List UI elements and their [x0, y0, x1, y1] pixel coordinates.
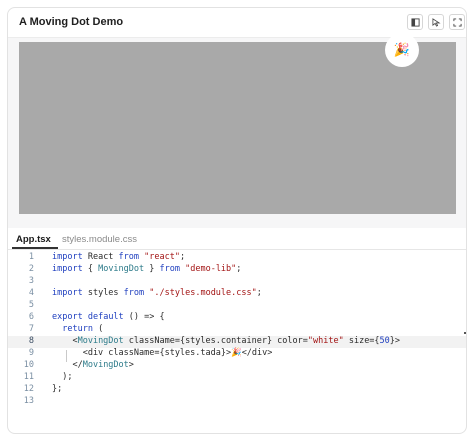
code-text: ); — [52, 372, 73, 382]
preview-canvas: 🎉 — [19, 33, 456, 214]
line-number: 4 — [28, 288, 34, 298]
code-line: 5 — [8, 300, 466, 312]
panel-icon — [410, 17, 420, 27]
scrollbar-marker[interactable] — [464, 332, 466, 334]
code-text: return ( — [62, 324, 104, 334]
line-number: 13 — [23, 396, 34, 406]
select-element-button[interactable] — [428, 14, 444, 30]
line-number: 7 — [28, 324, 34, 334]
code-line: 1 import React from "react"; — [8, 252, 466, 264]
editor-tabs: App.tsx styles.module.css — [8, 228, 466, 250]
code-line: 13 — [8, 396, 466, 408]
active-tab-indicator — [12, 247, 58, 249]
toggle-panel-button[interactable] — [407, 14, 423, 30]
indent-guide — [66, 350, 67, 362]
moving-dot[interactable]: 🎉 — [385, 33, 419, 67]
code-line: 4 import styles from "./styles.module.cs… — [8, 288, 466, 300]
code-text: <MovingDot className={styles.container} … — [52, 336, 401, 346]
code-line: 10 </MovingDot> — [8, 360, 466, 372]
demo-card: A Moving Dot Demo 🎉 App.tsx styles.modul… — [7, 7, 467, 434]
fullscreen-button[interactable] — [449, 14, 465, 30]
code-line: 6 export default () => { — [8, 312, 466, 324]
line-number: 2 — [28, 264, 34, 274]
code-text: import React from "react"; — [52, 252, 186, 262]
code-line-active: 8 <MovingDot className={styles.container… — [8, 336, 466, 348]
line-number: 8 — [28, 336, 34, 346]
code-text: import styles from "./styles.module.css"… — [52, 288, 262, 298]
line-number: 1 — [28, 252, 34, 262]
code-editor[interactable]: 1 import React from "react"; 2 import { … — [8, 252, 466, 422]
line-number: 10 — [23, 360, 34, 370]
expand-icon — [452, 17, 462, 27]
code-text: }; — [52, 384, 63, 394]
line-number: 3 — [28, 276, 34, 286]
cursor-icon — [431, 17, 441, 27]
code-text: </MovingDot> — [52, 360, 134, 370]
tab-styles-module-css[interactable]: styles.module.css — [62, 234, 137, 245]
code-line: 9 <div className={styles.tada}>🎉</div> — [8, 348, 466, 360]
line-number: 11 — [23, 372, 34, 382]
code-text: <div className={styles.tada}>🎉</div> — [52, 348, 273, 358]
code-line: 2 import { MovingDot } from "demo-lib"; — [8, 264, 466, 276]
code-line: 3 — [8, 276, 466, 288]
code-line: 7 return ( — [8, 324, 466, 336]
line-number: 12 — [23, 384, 34, 394]
preview-area: 🎉 — [8, 33, 466, 228]
tab-app-tsx[interactable]: App.tsx — [16, 234, 51, 245]
code-text: import { MovingDot } from "demo-lib"; — [52, 264, 242, 274]
line-number: 6 — [28, 312, 34, 322]
demo-title: A Moving Dot Demo — [19, 16, 124, 28]
line-number: 5 — [28, 300, 34, 310]
code-line: 11 ); — [8, 372, 466, 384]
party-popper-icon: 🎉 — [393, 42, 411, 57]
code-line: 12 }; — [8, 384, 466, 396]
code-text: export default () => { — [52, 312, 165, 322]
line-number: 9 — [28, 348, 34, 358]
